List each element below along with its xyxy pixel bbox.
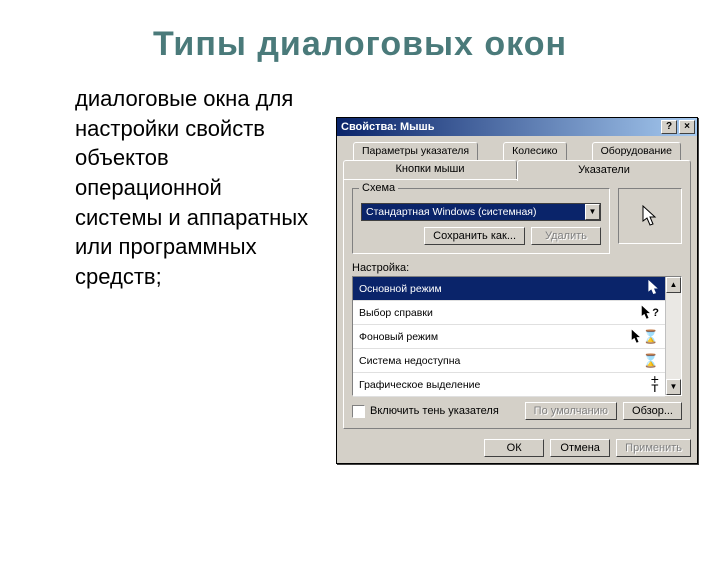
titlebar-help-button[interactable]: ?: [661, 120, 677, 134]
mouse-properties-dialog: Свойства: Мышь ? × Параметры указателя К…: [336, 117, 698, 464]
tab-pointer-params[interactable]: Параметры указателя: [353, 142, 478, 161]
titlebar-title: Свойства: Мышь: [341, 121, 659, 133]
tab-hardware[interactable]: Оборудование: [592, 142, 681, 161]
list-item[interactable]: Система недоступна ⌛: [353, 349, 665, 373]
slide-title: Типы диалоговых окон: [0, 25, 720, 64]
apply-button: Применить: [616, 439, 691, 457]
settings-label: Настройка:: [352, 262, 682, 274]
default-button: По умолчанию: [525, 402, 617, 420]
delete-button: Удалить: [531, 227, 601, 245]
list-item[interactable]: Фоновый режим ⌛: [353, 325, 665, 349]
titlebar[interactable]: Свойства: Мышь ? ×: [337, 118, 697, 136]
list-scrollbar[interactable]: ▲ ▼: [665, 277, 681, 395]
tab-wheel[interactable]: Колесико: [503, 142, 566, 161]
list-item-label: Выбор справки: [359, 307, 433, 319]
pointer-preview: [618, 188, 682, 244]
arrow-cursor-icon: [642, 205, 658, 227]
scheme-dropdown[interactable]: Стандартная Windows (системная) ▼: [361, 203, 601, 221]
scheme-groupbox: Схема Стандартная Windows (системная) ▼ …: [352, 188, 610, 254]
ok-button[interactable]: ОК: [484, 439, 544, 457]
cancel-button[interactable]: Отмена: [550, 439, 610, 457]
browse-button[interactable]: Обзор...: [623, 402, 682, 420]
arrow-hourglass-cursor-icon: ⌛: [631, 329, 659, 345]
chevron-down-icon[interactable]: ▼: [585, 204, 600, 220]
list-item-label: Основной режим: [359, 283, 442, 295]
arrow-help-cursor-icon: ?: [641, 305, 659, 320]
pointer-shadow-checkbox[interactable]: [352, 405, 365, 418]
list-item-label: Графическое выделение: [359, 379, 480, 391]
slide-body-text: диалоговые окна для настройки свойств об…: [75, 84, 325, 292]
list-item-label: Фоновый режим: [359, 331, 438, 343]
list-item[interactable]: Выбор справки ?: [353, 301, 665, 325]
scroll-down-icon[interactable]: ▼: [666, 379, 681, 395]
save-as-button[interactable]: Сохранить как...: [424, 227, 525, 245]
tab-strip: Параметры указателя Колесико Оборудовани…: [343, 142, 691, 180]
pointer-shadow-label: Включить тень указателя: [370, 405, 499, 417]
hourglass-cursor-icon: ⌛: [643, 353, 659, 369]
tab-panel-pointers: Схема Стандартная Windows (системная) ▼ …: [343, 179, 691, 429]
scroll-track[interactable]: [666, 293, 681, 379]
list-item[interactable]: Графическое выделение +т: [353, 373, 665, 397]
list-item-label: Система недоступна: [359, 355, 460, 367]
tab-pointers[interactable]: Указатели: [517, 160, 691, 181]
dialog-button-row: ОК Отмена Применить: [337, 433, 697, 463]
scheme-group-label: Схема: [359, 182, 398, 194]
scroll-up-icon[interactable]: ▲: [666, 277, 681, 293]
titlebar-close-button[interactable]: ×: [679, 120, 695, 134]
scheme-dropdown-value: Стандартная Windows (системная): [362, 206, 585, 218]
tab-mouse-buttons[interactable]: Кнопки мыши: [343, 160, 517, 179]
crosshair-cursor-icon: +т: [651, 377, 659, 393]
pointer-list[interactable]: Основной режим Выбор справки ? Фоновый р…: [352, 276, 682, 396]
list-item[interactable]: Основной режим: [353, 277, 665, 301]
arrow-cursor-icon: [648, 280, 659, 298]
